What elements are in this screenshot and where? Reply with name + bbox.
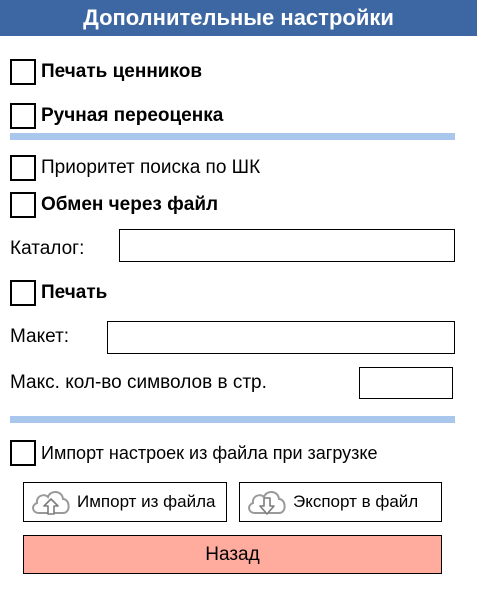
- file-exchange-option[interactable]: Обмен через файл: [10, 192, 218, 218]
- manual-reprice-checkbox[interactable]: [10, 103, 36, 129]
- import-from-file-button[interactable]: Импорт из файла: [23, 482, 227, 522]
- separator-2: [10, 416, 455, 423]
- barcode-priority-option[interactable]: Приоритет поиска по ШК: [10, 155, 260, 181]
- print-tags-option[interactable]: Печать ценников: [10, 59, 202, 85]
- page-title-text: Дополнительные настройки: [83, 5, 394, 30]
- max-chars-label: Макс. кол-во символов в стр.: [10, 372, 267, 393]
- layout-input[interactable]: [107, 321, 455, 354]
- manual-reprice-label: Ручная переоценка: [41, 105, 224, 126]
- layout-label: Макет:: [10, 326, 70, 347]
- cloud-download-icon: [248, 491, 286, 515]
- separator-1: [10, 133, 455, 140]
- print-option[interactable]: Печать: [10, 280, 107, 306]
- export-to-file-button[interactable]: Экспорт в файл: [239, 482, 442, 522]
- print-checkbox[interactable]: [10, 280, 36, 306]
- print-label: Печать: [41, 282, 108, 303]
- manual-reprice-option[interactable]: Ручная переоценка: [10, 103, 223, 129]
- back-button[interactable]: Назад: [23, 535, 442, 574]
- file-exchange-checkbox[interactable]: [10, 192, 36, 218]
- max-chars-input[interactable]: [359, 367, 453, 399]
- print-tags-checkbox[interactable]: [10, 59, 36, 85]
- cloud-upload-icon: [32, 491, 70, 515]
- export-button-label: Экспорт в файл: [293, 492, 419, 511]
- back-button-label: Назад: [205, 543, 260, 565]
- import-on-load-label: Импорт настроек из файла при загрузке: [41, 442, 378, 463]
- file-exchange-label: Обмен через файл: [41, 194, 219, 215]
- catalog-label: Каталог:: [10, 238, 85, 259]
- import-button-label: Импорт из файла: [77, 492, 216, 511]
- import-on-load-checkbox[interactable]: [10, 440, 36, 466]
- print-tags-label: Печать ценников: [41, 61, 203, 82]
- import-on-load-option[interactable]: Импорт настроек из файла при загрузке: [10, 440, 378, 466]
- catalog-input[interactable]: [119, 229, 455, 262]
- barcode-priority-checkbox[interactable]: [10, 155, 36, 181]
- barcode-priority-label: Приоритет поиска по ШК: [41, 157, 261, 178]
- page-title: Дополнительные настройки: [0, 0, 477, 36]
